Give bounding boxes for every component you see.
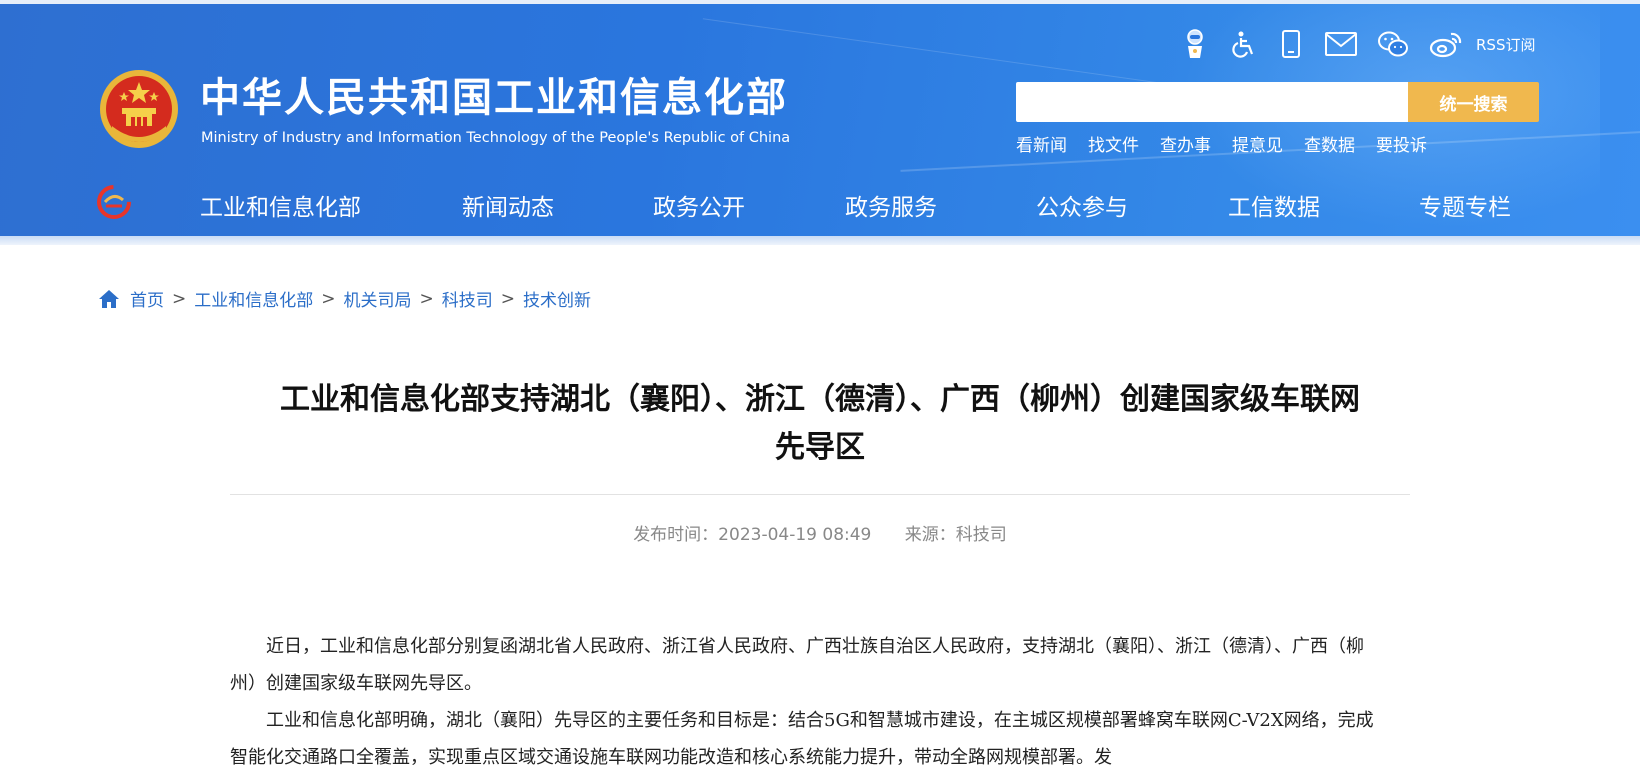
header-toolbar: RSS订阅: [1180, 26, 1535, 62]
miit-logo-icon[interactable]: [96, 184, 132, 220]
site-subtitle: Ministry of Industry and Information Tec…: [201, 130, 791, 146]
rss-subscribe-link[interactable]: RSS订阅: [1476, 34, 1535, 55]
breadcrumb-tech-innovation[interactable]: 技术创新: [523, 286, 591, 311]
quick-link-documents[interactable]: 找文件: [1088, 131, 1139, 156]
nav-item-ministry[interactable]: 工业和信息化部: [200, 188, 361, 222]
mail-icon[interactable]: [1324, 29, 1358, 59]
nav-item-miit-data[interactable]: 工信数据: [1228, 188, 1320, 222]
mobile-icon[interactable]: [1276, 29, 1306, 59]
breadcrumb-science-tech-dept[interactable]: 科技司: [442, 286, 493, 311]
article-paragraph: 工业和信息化部明确，湖北（襄阳）先导区的主要任务和目标是：结合5G和智慧城市建设…: [230, 710, 1374, 768]
home-icon[interactable]: [98, 289, 120, 309]
nav-item-news[interactable]: 新闻动态: [462, 188, 554, 222]
nav-item-special-topics[interactable]: 专题专栏: [1419, 188, 1511, 222]
quick-link-complaints[interactable]: 要投诉: [1376, 131, 1427, 156]
nav-item-government-services[interactable]: 政务服务: [845, 188, 937, 222]
breadcrumb-separator: >: [321, 288, 336, 309]
article-paragraph: 近日，工业和信息化部分别复函湖北省人民政府、浙江省人民政府、广西壮族自治区人民政…: [230, 636, 1364, 694]
breadcrumb: 首页 > 工业和信息化部 > 机关司局 > 科技司 > 技术创新: [98, 286, 591, 311]
search-button[interactable]: 统一搜索: [1408, 82, 1539, 122]
search-input[interactable]: [1016, 82, 1408, 122]
quick-link-news[interactable]: 看新闻: [1016, 131, 1067, 156]
breadcrumb-home[interactable]: 首页: [130, 286, 164, 311]
quick-links: 看新闻 找文件 查办事 提意见 查数据 要投诉: [1016, 131, 1448, 156]
article-title: 工业和信息化部支持湖北（襄阳）、浙江（德清）、广西（柳州）创建国家级车联网 先导…: [230, 376, 1410, 472]
site-header: 中华人民共和国工业和信息化部 Ministry of Industry and …: [0, 0, 1640, 245]
site-title[interactable]: 中华人民共和国工业和信息化部: [200, 74, 788, 122]
quick-link-feedback[interactable]: 提意见: [1232, 131, 1283, 156]
breadcrumb-separator: >: [419, 288, 434, 309]
wechat-icon[interactable]: [1376, 29, 1410, 59]
breadcrumb-separator: >: [172, 288, 187, 309]
nav-item-public-participation[interactable]: 公众参与: [1036, 188, 1128, 222]
header-bottom-shade: [0, 236, 1640, 245]
weibo-icon[interactable]: [1428, 29, 1464, 59]
quick-link-data[interactable]: 查数据: [1304, 131, 1355, 156]
publish-time: 发布时间：2023-04-19 08:49: [633, 525, 872, 545]
robot-assistant-icon[interactable]: [1180, 29, 1210, 59]
nav-item-government-affairs[interactable]: 政务公开: [653, 188, 745, 222]
accessibility-icon[interactable]: [1228, 29, 1258, 59]
main-nav: 工业和信息化部 新闻动态 政务公开 政务服务 公众参与 工信数据 专题专栏: [0, 180, 1640, 228]
national-emblem-icon[interactable]: [98, 68, 180, 150]
article-meta: 发布时间：2023-04-19 08:49 来源：科技司: [230, 520, 1410, 545]
article-source: 来源：科技司: [904, 525, 1007, 545]
breadcrumb-separator: >: [500, 288, 515, 309]
breadcrumb-departments[interactable]: 机关司局: [344, 286, 412, 311]
article-body: 近日，工业和信息化部分别复函湖北省人民政府、浙江省人民政府、广西壮族自治区人民政…: [230, 628, 1380, 776]
title-divider: [230, 494, 1410, 495]
article-title-line: 工业和信息化部支持湖北（襄阳）、浙江（德清）、广西（柳州）创建国家级车联网: [280, 382, 1360, 417]
breadcrumb-ministry[interactable]: 工业和信息化部: [194, 286, 313, 311]
quick-link-services[interactable]: 查办事: [1160, 131, 1211, 156]
article-title-line: 先导区: [775, 430, 865, 465]
